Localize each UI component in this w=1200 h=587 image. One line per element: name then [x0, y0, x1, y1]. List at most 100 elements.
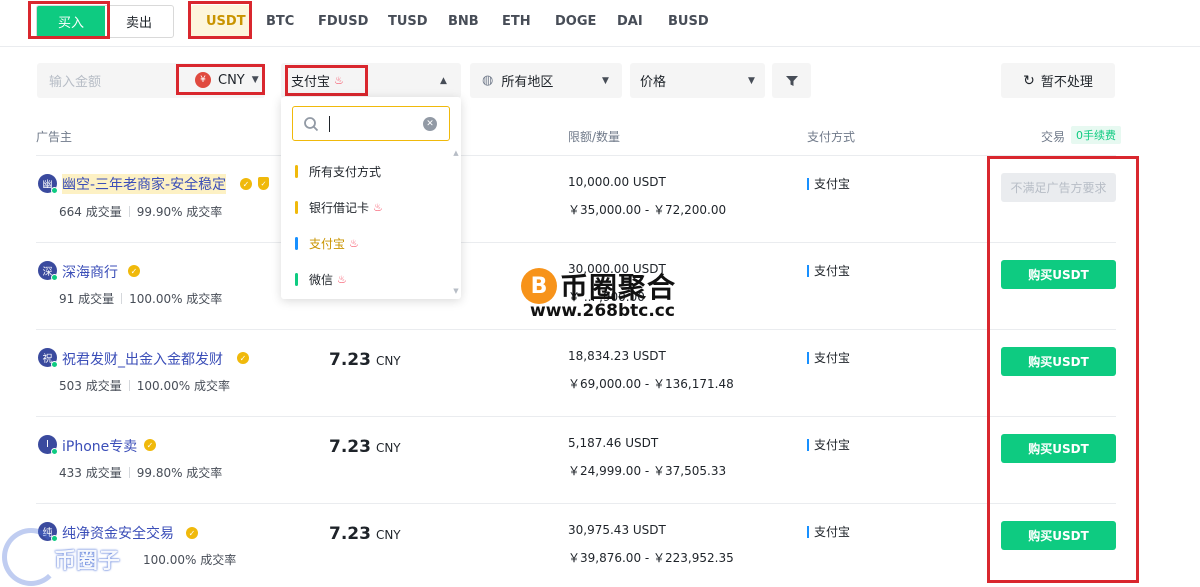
hot-icon: ♨: [349, 236, 359, 250]
price: 7.23 CNY: [329, 350, 401, 370]
payment-method: 支付宝: [807, 262, 850, 279]
merchant-name[interactable]: 祝君发财_出金入金都发财: [62, 349, 223, 369]
payment-search-field[interactable]: ✕: [292, 106, 450, 141]
divider: [36, 329, 1116, 330]
payment-dropdown: ✕ 所有支付方式 银行借记卡 ♨ 支付宝 ♨ 微信 ♨ ▲ ▼: [281, 97, 461, 299]
header-payment: 支付方式: [807, 130, 856, 144]
fee-badge: 0手续费: [1071, 126, 1121, 144]
color-bar: [295, 236, 298, 250]
price: 7.23 CNY: [329, 437, 401, 457]
dropdown-item-bank[interactable]: 银行借记卡 ♨: [295, 197, 383, 217]
verified-icon: ✓: [240, 178, 252, 190]
color-bar: [295, 272, 298, 286]
limit-range: ￥39,876.00 - ￥223,952.35: [568, 551, 734, 565]
avatar: 深: [38, 261, 58, 281]
header-advertiser: 广告主: [36, 130, 73, 144]
buy-sell-toggle: 买入 卖出: [36, 5, 174, 38]
tab-eth[interactable]: ETH: [502, 14, 531, 29]
dropdown-item-alipay[interactable]: 支付宝 ♨: [295, 233, 359, 253]
verified-icon: ✓: [144, 439, 156, 451]
merchant-stats: 91 成交量 100.00% 成交率: [59, 292, 223, 306]
dropdown-item-label: 银行借记卡: [309, 200, 370, 215]
caret-down-icon: ▼: [748, 75, 755, 86]
refresh-button[interactable]: ↻ 暂不处理: [1001, 63, 1115, 98]
avatar: 祝: [38, 348, 58, 368]
verified-icon: ✓: [186, 527, 198, 539]
merchant-stats: 503 成交量 100.00% 成交率: [59, 379, 230, 393]
divider: [0, 46, 1200, 47]
divider: [36, 503, 1116, 504]
limit-range: ￥69,000.00 - ￥136,171.48: [568, 377, 734, 391]
tab-busd[interactable]: BUSD: [668, 14, 709, 29]
merchant-name[interactable]: iPhone专卖: [62, 436, 137, 456]
dropdown-scrollbar[interactable]: ▲ ▼: [453, 149, 459, 295]
merchant-name[interactable]: 纯净资金安全交易: [62, 523, 174, 543]
tab-bnb[interactable]: BNB: [448, 14, 479, 29]
dropdown-item-wechat[interactable]: 微信 ♨: [295, 269, 347, 289]
filter-button[interactable]: [772, 63, 811, 98]
buy-usdt-button[interactable]: 购买USDT: [1001, 521, 1116, 550]
merchant-name[interactable]: 深海商行: [62, 262, 118, 282]
buy-usdt-button[interactable]: 购买USDT: [1001, 434, 1116, 463]
payment-method: 支付宝: [807, 523, 850, 540]
tab-btc[interactable]: BTC: [266, 14, 294, 29]
tab-doge[interactable]: DOGE: [555, 14, 596, 29]
hot-icon: ♨: [337, 272, 347, 286]
text-cursor: [329, 115, 330, 132]
avatar: I: [38, 435, 58, 455]
region-select[interactable]: ◍ 所有地区 ▼: [470, 63, 622, 98]
merchant-stats: 433 成交量 99.80% 成交率: [59, 466, 223, 480]
payment-method: 支付宝: [807, 436, 850, 453]
watermark-logo: [2, 528, 60, 586]
dropdown-item-all[interactable]: 所有支付方式: [295, 161, 381, 181]
watermark-url: www.268btc.cc: [530, 301, 675, 321]
merchant-name[interactable]: 幽空-三年老商家-安全稳定: [62, 174, 227, 194]
shield-icon: ✓: [258, 177, 269, 190]
caret-down-icon: ▼: [251, 75, 259, 85]
dropdown-item-label: 支付宝: [309, 236, 346, 251]
payment-value: 支付宝: [291, 75, 331, 90]
currency-value: CNY: [218, 72, 245, 88]
hot-icon: ♨: [373, 200, 383, 214]
verified-icon: ✓: [237, 352, 249, 364]
search-icon: [304, 116, 319, 131]
buy-disabled-button[interactable]: 不满足广告方要求: [1001, 173, 1116, 202]
available-amount: 18,834.23 USDT: [568, 349, 666, 363]
currency-select[interactable]: ¥ CNY ▼: [195, 72, 259, 88]
divider: [36, 155, 1116, 156]
tab-tusd[interactable]: TUSD: [388, 14, 428, 29]
buy-usdt-button[interactable]: 购买USDT: [1001, 260, 1116, 289]
available-amount: 10,000.00 USDT: [568, 175, 666, 189]
payment-method: 支付宝: [807, 349, 850, 366]
dropdown-item-label: 所有支付方式: [309, 164, 382, 179]
hot-icon: ♨: [334, 74, 344, 87]
available-amount: 30,975.43 USDT: [568, 523, 666, 537]
refresh-icon: ↻: [1023, 72, 1035, 89]
payment-method: 支付宝: [807, 175, 850, 192]
color-bar: [295, 164, 298, 178]
buy-button[interactable]: 买入: [37, 6, 105, 37]
limit-range: ￥35,000.00 - ￥72,200.00: [568, 203, 727, 217]
watermark-title: 币圈聚合: [560, 271, 677, 304]
price: 7.23 CNY: [329, 524, 401, 544]
caret-down-icon: ▼: [602, 75, 609, 86]
sort-value: 价格: [640, 75, 667, 90]
bitcoin-logo-icon: B: [521, 268, 557, 304]
color-bar: [295, 200, 298, 214]
tab-dai[interactable]: DAI: [617, 14, 643, 29]
dropdown-item-label: 微信: [309, 272, 334, 287]
clear-icon[interactable]: ✕: [423, 116, 437, 131]
filter-icon: [785, 75, 798, 86]
payment-select[interactable]: 支付宝 ♨ ▲: [281, 63, 461, 98]
buy-usdt-button[interactable]: 购买USDT: [1001, 347, 1116, 376]
avatar: 幽: [38, 174, 58, 194]
tab-fdusd[interactable]: FDUSD: [318, 14, 368, 29]
amount-input[interactable]: 输入金额: [49, 71, 101, 90]
header-limit: 限额/数量: [568, 130, 621, 144]
yuan-icon: ¥: [195, 72, 211, 88]
tab-usdt[interactable]: USDT: [206, 14, 246, 29]
sort-select[interactable]: 价格 ▼: [630, 63, 765, 98]
sell-button[interactable]: 卖出: [105, 6, 173, 37]
header-trade: 交易: [1041, 130, 1066, 144]
available-amount: 5,187.46 USDT: [568, 436, 659, 450]
